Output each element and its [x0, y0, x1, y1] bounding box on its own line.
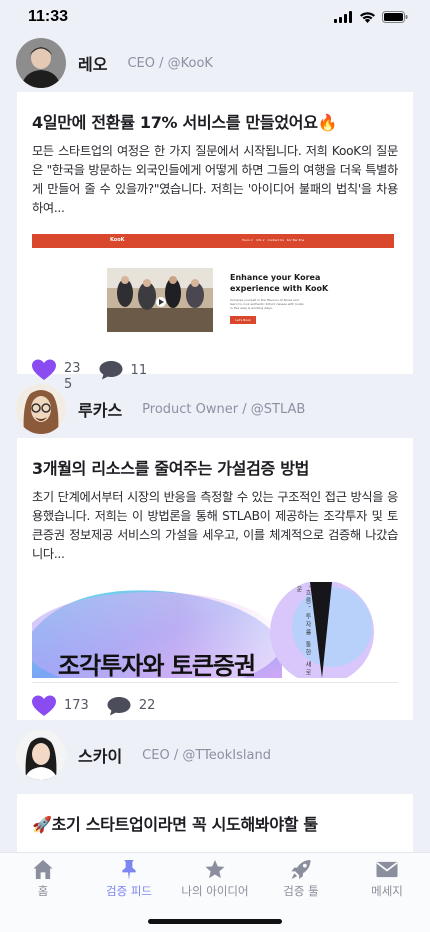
mail-icon	[376, 861, 398, 878]
status-bar: 11:33	[0, 0, 430, 34]
wifi-icon	[360, 12, 375, 23]
tab-label: 검증 피드	[106, 884, 152, 898]
tab-tools[interactable]: 검증 툴	[258, 853, 344, 899]
like-button[interactable]: 173	[32, 695, 89, 717]
post-title: 🚀초기 스타트업이라면 꼭 시도해봐야할 툴	[32, 815, 318, 834]
thumbnail-headline: 조각투자와 토큰증권	[58, 652, 256, 678]
author-name: 스카이	[78, 747, 123, 766]
like-count: 23 5	[64, 361, 81, 392]
thumbnail-headline: Enhance your Korea experience with KooK	[230, 272, 328, 294]
comment-icon	[107, 696, 131, 715]
post-author[interactable]: 스카이 CEO / @TTeokIsland	[0, 724, 430, 786]
post-body: 초기 단계에서부터 시장의 반응을 측정할 수 있는 구조적인 접근 방식을 응…	[32, 490, 398, 561]
post-card[interactable]: 3개월의 리소스를 줄여주는 가설검증 방법 초기 단계에서부터 시장의 반응을…	[17, 438, 413, 720]
post-card[interactable]: 4일만에 전환률 17% 서비스를 만들었어요🔥 모든 스타트업의 여정은 한 …	[17, 92, 413, 392]
thumbnail-cta: Let's Book	[230, 316, 256, 324]
pin-icon	[122, 859, 136, 880]
comment-count: 22	[138, 698, 156, 713]
battery-icon	[382, 11, 408, 23]
post-title: 3개월의 리소스를 줄여주는 가설검증 방법	[32, 459, 310, 478]
author-role: CEO / @KooK	[127, 55, 213, 71]
heart-icon	[32, 695, 56, 716]
thumbnail-headline-line-1: Enhance your Korea	[230, 273, 321, 282]
tab-feed[interactable]: 검증 피드	[86, 853, 172, 899]
tab-home[interactable]: 홈	[0, 853, 86, 899]
thumbnail-side-text: '흐름' 투자를 통한 새로운	[295, 586, 311, 678]
thumbnail-headline-line-2: experience with KooK	[230, 284, 329, 293]
post-author[interactable]: 레오 CEO / @KooK	[0, 34, 430, 92]
post-body: 모든 스타트업의 여정은 한 가지 질문에서 시작됩니다. 저희 KooK의 질…	[32, 144, 398, 215]
tab-label: 검증 툴	[283, 884, 319, 898]
post-card[interactable]: 🚀초기 스타트업이라면 꼭 시도해봐야할 툴	[17, 794, 413, 852]
comment-button[interactable]: 22	[107, 696, 156, 716]
brand-logo: KooK	[110, 237, 125, 243]
avatar[interactable]	[16, 384, 66, 434]
feed[interactable]: 레오 CEO / @KooK 4일만에 전환률 17% 서비스를 만들었어요🔥 …	[0, 34, 430, 852]
author-name: 레오	[78, 55, 108, 74]
post-actions: 173 22	[32, 682, 398, 728]
post-thumbnail[interactable]: 조각투자와 토큰증권 '흐름' 투자를 통한 새로운	[32, 582, 394, 678]
thumbnail-nav-links: Tours ∨ Info ∨ Contact Us Kor Ber Ens	[242, 238, 305, 242]
tab-label: 홈	[37, 884, 49, 898]
avatar[interactable]	[16, 730, 66, 780]
bottom-tab-bar: 홈 검증 피드 나의 아이디어 검증 툴 메세지	[0, 852, 430, 932]
comment-count: 11	[130, 362, 148, 378]
status-icons	[334, 11, 408, 23]
star-icon	[205, 859, 225, 879]
author-role: Product Owner / @STLAB	[142, 401, 306, 417]
avatar[interactable]	[16, 38, 66, 88]
home-icon	[33, 859, 53, 880]
comment-icon	[99, 361, 123, 380]
author-role: CEO / @TTeokIsland	[142, 747, 271, 763]
like-count: 173	[64, 698, 89, 713]
post-title: 4일만에 전환률 17% 서비스를 만들었어요🔥	[32, 113, 338, 132]
signal-icon	[334, 11, 352, 23]
post-thumbnail[interactable]: KooK Tours ∨ Info ∨ Contact Us Kor Ber E…	[32, 232, 394, 344]
tab-label: 나의 아이디어	[181, 884, 249, 898]
thumbnail-photo	[107, 268, 213, 332]
thumbnail-subtext: Immerse yourself in the flavours of Kore…	[230, 298, 304, 310]
heart-icon	[32, 359, 56, 380]
comment-button[interactable]: 11	[99, 360, 148, 380]
home-indicator	[148, 919, 282, 924]
tab-label: 메세지	[371, 884, 403, 898]
tab-my-ideas[interactable]: 나의 아이디어	[172, 853, 258, 899]
author-name: 루카스	[78, 401, 123, 420]
thumbnail-navbar: KooK Tours ∨ Info ∨ Contact Us Kor Ber E…	[32, 234, 394, 248]
status-time: 11:33	[28, 8, 69, 25]
rocket-icon	[291, 859, 311, 880]
tab-messages[interactable]: 메세지	[344, 853, 430, 899]
